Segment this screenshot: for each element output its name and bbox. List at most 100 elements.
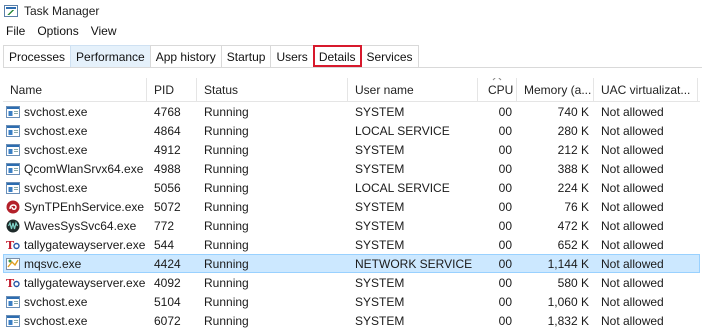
table-row[interactable]: Ttallygatewayserver.exe 4092 Running SYSTEM… — [3, 273, 700, 292]
process-user-cell: LOCAL SERVICE — [355, 180, 450, 195]
table-row[interactable]: WavesSysSvc64.exe 772 Running SYSTEM 00 472 K… — [3, 216, 700, 235]
table-row[interactable]: svchost.exe 5056 Running LOCAL SERVICE 00 224… — [3, 178, 700, 197]
table-row[interactable]: svchost.exe 5104 Running SYSTEM 00 1,060 K Not… — [3, 292, 700, 311]
service-host-icon — [6, 143, 20, 157]
process-status-cell: Running — [204, 256, 249, 271]
process-memory-cell: 388 K — [557, 161, 589, 176]
column-header-cpu[interactable]: CPU — [478, 78, 517, 102]
tally-icon: T — [6, 238, 20, 252]
process-cpu-cell: 00 — [498, 199, 512, 214]
tab-users[interactable]: Users — [270, 45, 314, 67]
process-user-cell: SYSTEM — [355, 199, 405, 214]
process-cpu-cell: 00 — [498, 104, 512, 119]
process-memory-cell: 1,144 K — [547, 256, 589, 271]
process-uac-cell: Not allowed — [601, 123, 664, 138]
process-status-cell: Running — [204, 275, 249, 290]
process-uac-cell: Not allowed — [601, 294, 664, 309]
table-row[interactable]: QcomWlanSrvx64.exe 4988 Running SYSTEM 00 388… — [3, 159, 700, 178]
tab-details[interactable]: Details — [312, 45, 362, 67]
table-row[interactable]: mqsvc.exe 4424 Running NETWORK SERVICE 00 1,1… — [3, 254, 700, 273]
process-name-label: mqsvc.exe — [24, 256, 82, 271]
synaptics-icon — [6, 200, 20, 214]
process-user-cell: SYSTEM — [355, 218, 405, 233]
process-user-cell: SYSTEM — [355, 142, 405, 157]
column-header-name[interactable]: Name — [3, 78, 147, 102]
table-row[interactable]: Ttallygatewayserver.exe 544 Running SYSTEM 0… — [3, 235, 700, 254]
process-cpu-cell: 00 — [498, 275, 512, 290]
menu-file[interactable]: File — [0, 24, 31, 38]
process-cpu-cell: 00 — [498, 313, 512, 328]
mq-service-icon — [6, 257, 20, 271]
process-pid-cell: 5056 — [154, 180, 181, 195]
column-header-memory[interactable]: Memory (a... — [517, 78, 594, 102]
title-bar: Task Manager — [0, 0, 702, 21]
process-cpu-cell: 00 — [498, 123, 512, 138]
process-name-label: tallygatewayserver.exe — [24, 275, 146, 290]
menu-options[interactable]: Options — [31, 24, 84, 38]
process-status-cell: Running — [204, 313, 249, 328]
service-host-icon — [6, 314, 20, 328]
process-pid-cell: 4424 — [154, 256, 181, 271]
process-pid-cell: 772 — [154, 218, 175, 233]
process-name-label: svchost.exe — [24, 142, 88, 157]
process-cpu-cell: 00 — [498, 218, 512, 233]
tally-icon: T — [6, 276, 20, 290]
process-cpu-cell: 00 — [498, 256, 512, 271]
process-status-cell: Running — [204, 237, 249, 252]
process-memory-cell: 740 K — [557, 104, 589, 119]
window-title: Task Manager — [24, 3, 100, 18]
process-status-cell: Running — [204, 142, 249, 157]
process-uac-cell: Not allowed — [601, 237, 664, 252]
process-memory-cell: 580 K — [557, 275, 589, 290]
tab-app-history[interactable]: App history — [149, 45, 222, 67]
column-header-uac-virtualization[interactable]: UAC virtualizat... — [594, 78, 698, 102]
table-row[interactable]: svchost.exe 6072 Running SYSTEM 00 1,832 K Not… — [3, 311, 700, 330]
waves-icon — [6, 219, 20, 233]
process-cpu-cell: 00 — [498, 142, 512, 157]
process-status-cell: Running — [204, 161, 249, 176]
process-name-cell: Ttallygatewayserver.exe — [4, 274, 148, 291]
tab-performance[interactable]: Performance — [70, 45, 151, 67]
process-name-cell: svchost.exe — [4, 141, 148, 158]
process-pid-cell: 4092 — [154, 275, 181, 290]
column-header-status[interactable]: Status — [197, 78, 348, 102]
process-uac-cell: Not allowed — [601, 180, 664, 195]
process-memory-cell: 280 K — [557, 123, 589, 138]
process-name-label: WavesSysSvc64.exe — [24, 218, 137, 233]
process-pid-cell: 4768 — [154, 104, 181, 119]
process-uac-cell: Not allowed — [601, 161, 664, 176]
table-row[interactable]: svchost.exe 4864 Running LOCAL SERVICE 00 280… — [3, 121, 700, 140]
process-memory-cell: 212 K — [557, 142, 589, 157]
process-name-label: svchost.exe — [24, 313, 88, 328]
process-name-cell: svchost.exe — [4, 122, 148, 139]
process-cpu-cell: 00 — [498, 294, 512, 309]
process-name-cell: svchost.exe — [4, 103, 148, 120]
process-uac-cell: Not allowed — [601, 313, 664, 328]
table-row[interactable]: svchost.exe 4912 Running SYSTEM 00 212 K Not a… — [3, 140, 700, 159]
process-user-cell: SYSTEM — [355, 294, 405, 309]
process-user-cell: SYSTEM — [355, 161, 405, 176]
column-header-user-name[interactable]: User name — [348, 78, 478, 102]
tab-processes[interactable]: Processes — [3, 45, 72, 67]
table-header: Name PID Status User name CPU Memory (a.… — [3, 78, 700, 102]
table-row[interactable]: svchost.exe 4768 Running SYSTEM 00 740 K Not a… — [3, 102, 700, 121]
process-cpu-cell: 00 — [498, 237, 512, 252]
process-uac-cell: Not allowed — [601, 218, 664, 233]
tab-strip: Processes Performance App history Startu… — [3, 44, 419, 67]
process-memory-cell: 1,060 K — [547, 294, 589, 309]
process-memory-cell: 652 K — [557, 237, 589, 252]
tab-divider — [3, 67, 702, 68]
process-status-cell: Running — [204, 199, 249, 214]
tab-startup[interactable]: Startup — [220, 45, 272, 67]
menu-view[interactable]: View — [85, 24, 123, 38]
table-row[interactable]: SynTPEnhService.exe 5072 Running SYSTEM 00 76… — [3, 197, 700, 216]
process-pid-cell: 544 — [154, 237, 175, 252]
service-host-icon — [6, 105, 20, 119]
column-header-pid[interactable]: PID — [147, 78, 197, 102]
process-uac-cell: Not allowed — [601, 142, 664, 157]
process-status-cell: Running — [204, 218, 249, 233]
process-user-cell: SYSTEM — [355, 104, 405, 119]
process-name-label: SynTPEnhService.exe — [24, 199, 145, 214]
tab-services[interactable]: Services — [360, 45, 419, 67]
sort-chevron-icon — [492, 78, 502, 81]
